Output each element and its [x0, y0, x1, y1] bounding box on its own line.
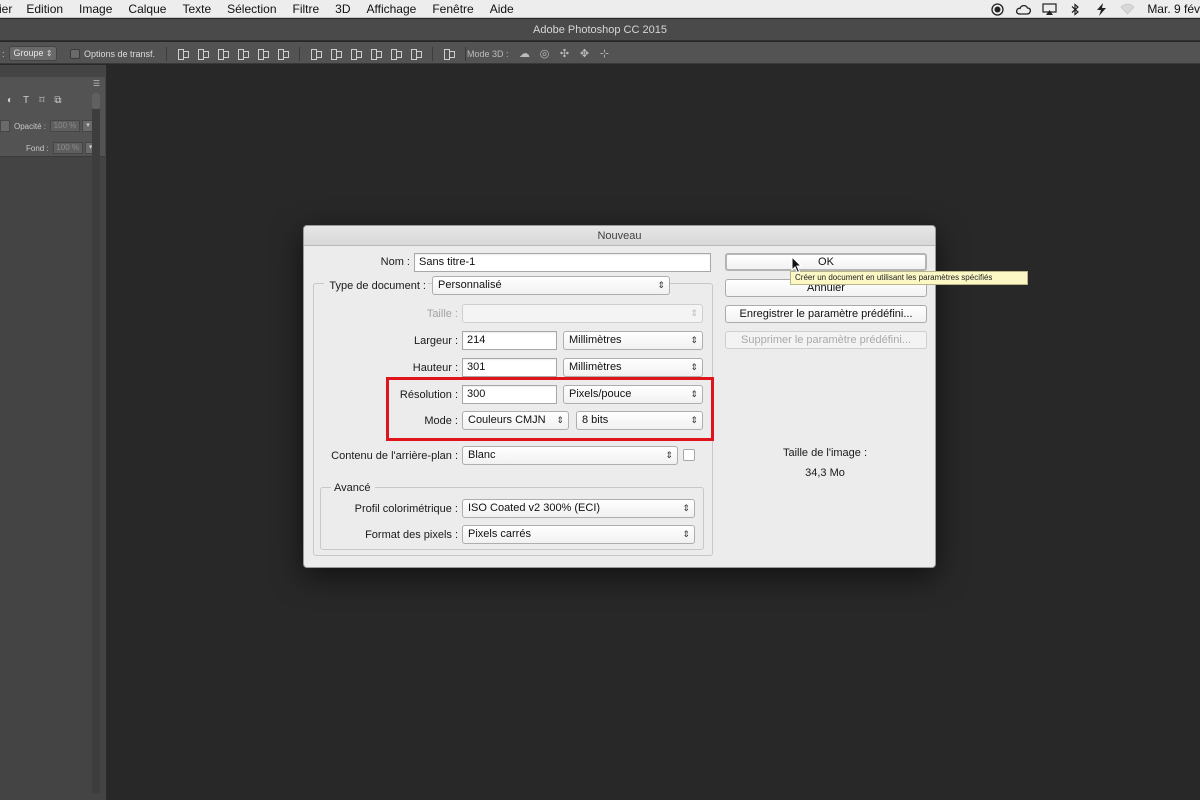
background-contents-select[interactable]: Blanc — [462, 446, 678, 465]
size-select[interactable] — [462, 304, 703, 323]
height-field[interactable]: 301 — [462, 358, 557, 377]
color-profile-label: Profil colorimétrique : — [354, 503, 458, 515]
width-field[interactable]: 214 — [462, 331, 557, 350]
wifi-icon[interactable] — [1119, 2, 1135, 16]
background-contents-label: Contenu de l'arrière-plan : — [331, 450, 458, 462]
save-preset-button[interactable]: Enregistrer le paramètre prédéfini... — [725, 305, 927, 323]
distribute-vcenter-icon[interactable] — [330, 48, 342, 60]
type-filter-icon[interactable]: T — [18, 95, 34, 107]
roll-3d-icon[interactable]: ◎ — [538, 48, 552, 60]
scale-3d-icon[interactable]: ⊹ — [598, 48, 612, 60]
height-unit-select[interactable]: Millimètres — [563, 358, 703, 377]
distribute-bottom-icon[interactable] — [350, 48, 362, 60]
flash-icon[interactable] — [1093, 2, 1109, 16]
transform-controls-label: Options de transf. — [84, 48, 156, 59]
distribute-left-icon[interactable] — [370, 48, 382, 60]
menu-texte[interactable]: Texte — [182, 2, 211, 16]
menu-selection[interactable]: Sélection — [227, 2, 276, 16]
name-label: Nom : — [380, 256, 410, 268]
layer-filter-icons: ◐ T ⌑ ⧉ — [2, 95, 66, 107]
orbit-3d-icon[interactable]: ☁ — [518, 48, 532, 60]
background-color-swatch[interactable] — [683, 449, 695, 461]
distribute-top-icon[interactable] — [310, 48, 322, 60]
record-icon[interactable] — [989, 2, 1005, 16]
delete-preset-button[interactable]: Supprimer le paramètre prédéfini... — [725, 331, 927, 349]
document-type-select[interactable]: Personnalisé — [432, 276, 670, 295]
separator — [465, 46, 466, 61]
align-hcenter-icon[interactable] — [257, 48, 269, 60]
mouse-cursor-icon — [791, 256, 803, 274]
airplay-icon[interactable] — [1041, 2, 1057, 16]
fill-field[interactable]: 100 % — [52, 142, 83, 154]
height-label: Hauteur : — [412, 362, 458, 374]
name-field[interactable]: Sans titre-1 — [414, 253, 711, 272]
advanced-label: Avancé — [331, 481, 375, 495]
menubar-menus: ier Edition Image Calque Texte Sélection… — [0, 2, 530, 16]
align-top-icon[interactable] — [177, 48, 189, 60]
mode-3d-controls: Mode 3D : ☁ ◎ ✣ ✥ ⊹ — [467, 46, 615, 61]
menu-3d[interactable]: 3D — [335, 2, 350, 16]
auto-select-dropdown[interactable]: Groupe — [8, 46, 57, 61]
dialog-title: Nouveau — [304, 226, 935, 246]
menu-filtre[interactable]: Filtre — [293, 2, 320, 16]
opacity-field[interactable]: 100 % — [50, 120, 81, 132]
menubar-status-area: Mar. 9 fév — [979, 0, 1200, 18]
mode-3d-label: Mode 3D : — [467, 48, 509, 59]
width-unit-select[interactable]: Millimètres — [563, 331, 703, 350]
menubar-clock[interactable]: Mar. 9 fév — [1147, 2, 1200, 16]
layers-panel: ☰ ◐ T ⌑ ⧉ Opacité : 100 % ▾ Fond : 100 %… — [0, 65, 107, 800]
layers-scrollbar-thumb[interactable] — [92, 93, 100, 109]
auto-align-icon[interactable] — [443, 48, 455, 60]
menu-edition[interactable]: Edition — [26, 2, 63, 16]
app-title-bar: Adobe Photoshop CC 2015 — [0, 19, 1200, 41]
pixel-aspect-select[interactable]: Pixels carrés — [462, 525, 695, 544]
layers-scrollbar[interactable] — [92, 93, 100, 793]
ok-button[interactable]: OK — [725, 253, 927, 271]
menu-aide[interactable]: Aide — [490, 2, 514, 16]
fill-label: Fond : — [26, 143, 49, 153]
align-left-icon[interactable] — [237, 48, 249, 60]
blend-mode-arrow[interactable] — [0, 120, 10, 132]
fill-row: Fond : 100 % ▾ — [26, 142, 97, 154]
distribute-hcenter-icon[interactable] — [390, 48, 402, 60]
options-bar: : Groupe Options de transf. Mode 3D : ☁ … — [0, 42, 1200, 64]
separator — [299, 46, 300, 61]
red-highlight-box — [386, 377, 714, 441]
menu-fenetre[interactable]: Fenêtre — [432, 2, 473, 16]
menu-affichage[interactable]: Affichage — [367, 2, 417, 16]
image-size-label: Taille de l'image : — [782, 447, 868, 459]
width-label: Largeur : — [413, 335, 458, 347]
shape-filter-icon[interactable]: ⌑ — [34, 95, 50, 107]
macos-menubar: ier Edition Image Calque Texte Sélection… — [0, 0, 1200, 18]
transform-controls-checkbox[interactable] — [70, 48, 80, 59]
opacity-row: Opacité : 100 % ▾ — [0, 120, 95, 132]
menu-image[interactable]: Image — [79, 2, 112, 16]
slide-3d-icon[interactable]: ✥ — [578, 48, 592, 60]
align-vcenter-icon[interactable] — [197, 48, 209, 60]
smart-object-filter-icon[interactable]: ⧉ — [50, 95, 66, 107]
separator — [166, 46, 167, 61]
options-separator-colon: : — [2, 48, 5, 59]
pixel-aspect-label: Format des pixels : — [365, 529, 458, 541]
transform-controls: Options de transf. — [70, 46, 155, 61]
align-right-icon[interactable] — [277, 48, 289, 60]
menu-calque[interactable]: Calque — [128, 2, 166, 16]
size-label: Taille : — [426, 308, 458, 320]
color-profile-select[interactable]: ISO Coated v2 300% (ECI) — [462, 499, 695, 518]
adjustment-filter-icon[interactable]: ◐ — [2, 95, 18, 107]
document-type-label: Type de document : — [324, 279, 428, 293]
bluetooth-icon[interactable] — [1067, 2, 1083, 16]
group-select-wrap: : Groupe — [2, 46, 57, 61]
menu-fichier[interactable]: ier — [0, 2, 12, 16]
align-bottom-icon[interactable] — [217, 48, 229, 60]
pan-3d-icon[interactable]: ✣ — [558, 48, 572, 60]
distribute-right-icon[interactable] — [410, 48, 422, 60]
ok-tooltip: Créer un document en utilisant les param… — [790, 271, 1028, 285]
separator — [432, 46, 433, 61]
opacity-label: Opacité : — [14, 121, 47, 131]
creative-cloud-icon[interactable] — [1015, 2, 1031, 16]
image-size-value: 34,3 Mo — [805, 467, 845, 479]
align-tools — [160, 46, 472, 61]
panel-menu-icon[interactable]: ☰ — [93, 79, 100, 88]
